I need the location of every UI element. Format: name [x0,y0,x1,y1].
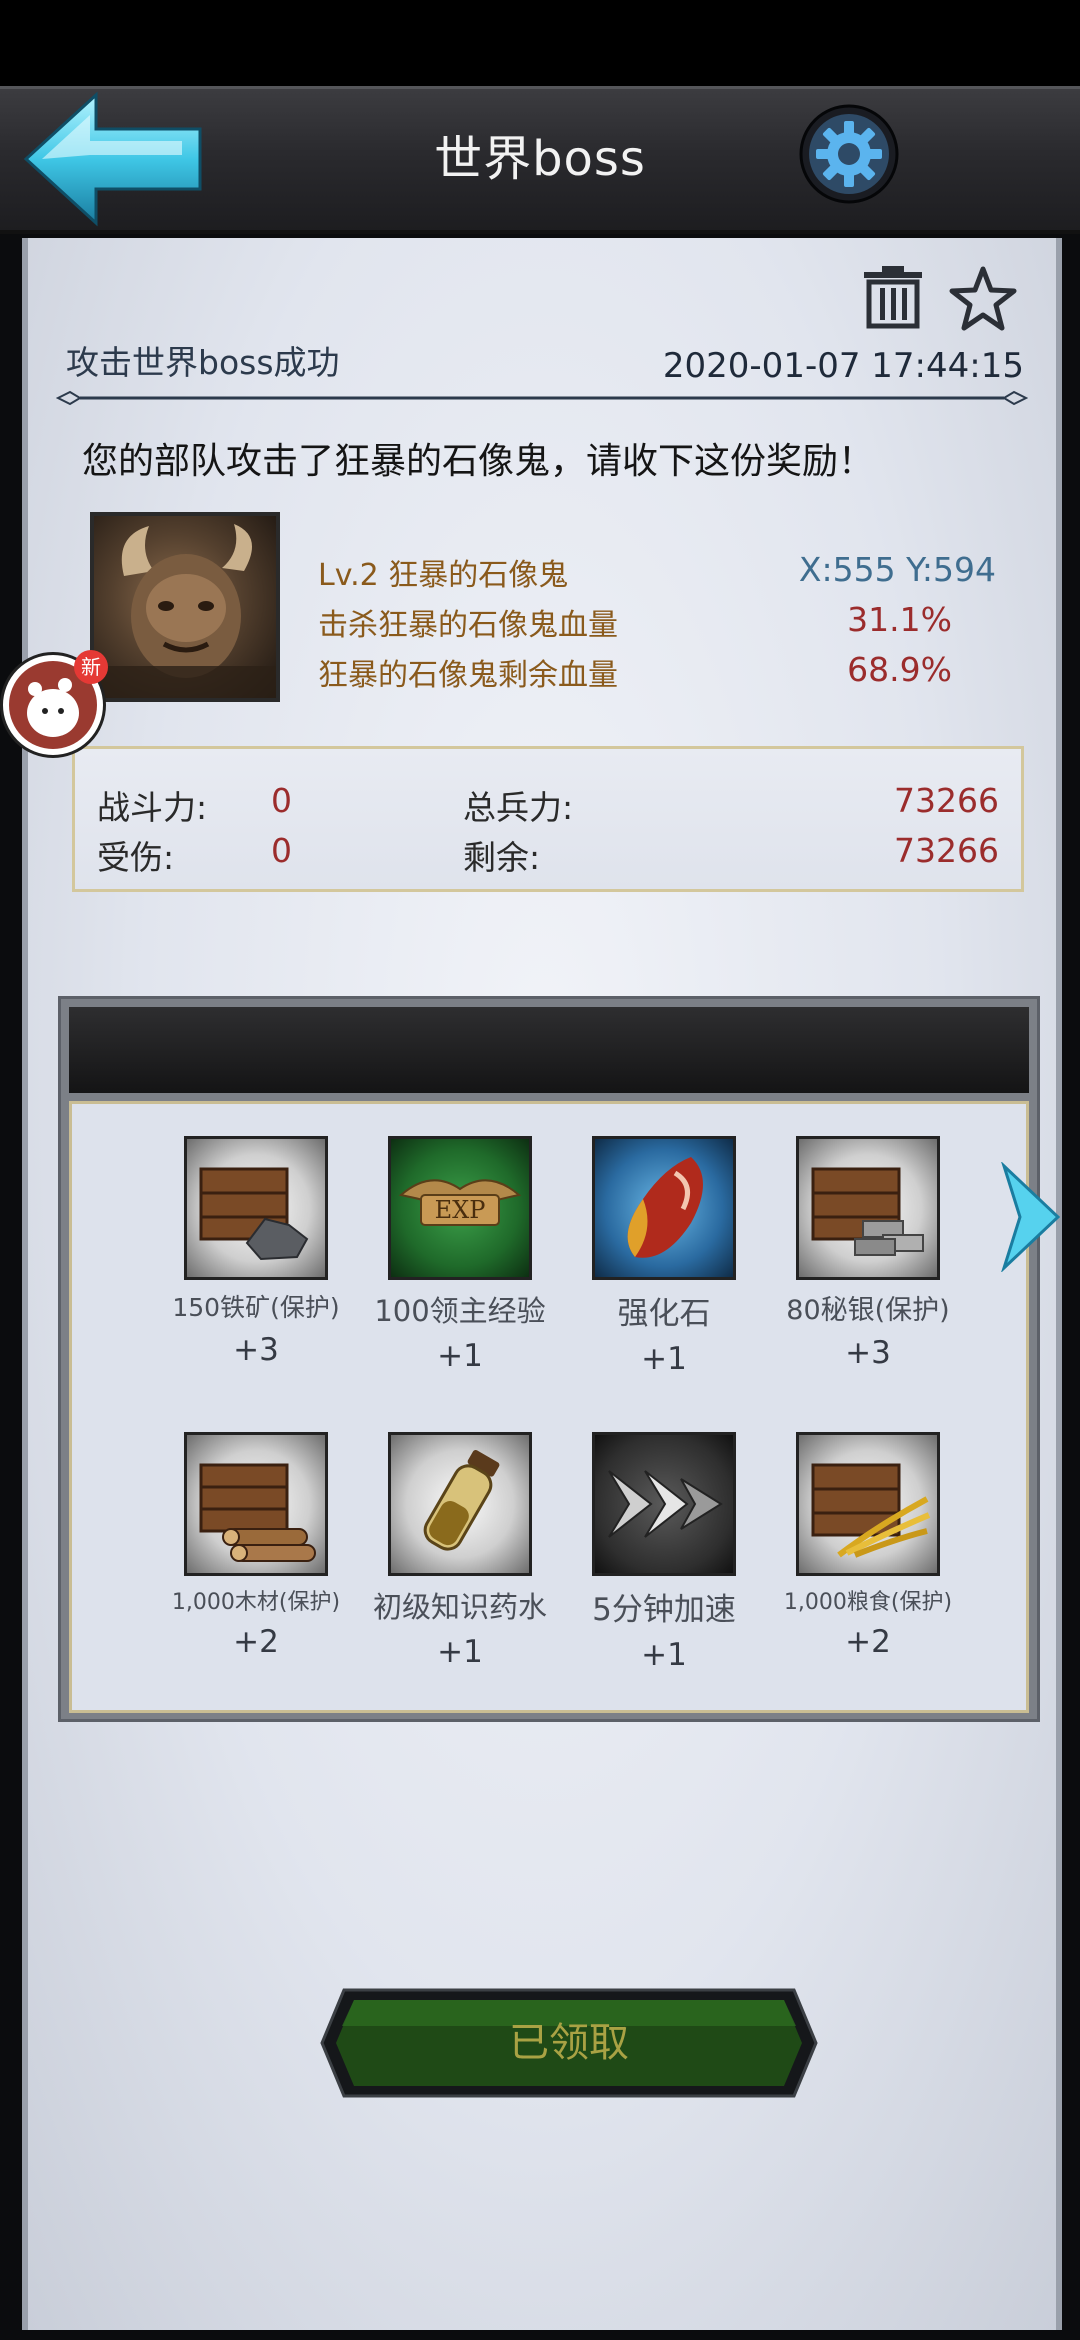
iron-ore-crate-icon [184,1136,328,1280]
damage-value: 0 [271,831,292,870]
rewards-grid: 150铁矿(保护) +3 EXP 100领主经验 +1 强化石 +1 80秘银(… [69,1101,1029,1713]
delete-button[interactable] [862,266,924,330]
star-icon [949,266,1017,331]
trash-icon [864,266,922,329]
new-badge: 新 [74,650,108,684]
battle-stats-box: 战斗力: 0 受伤: 0 总兵力: 73266 剩余: 73266 [72,746,1024,892]
knowledge-potion-icon [388,1432,532,1576]
page-title: 世界boss [434,131,646,187]
reward-item[interactable]: EXP 100领主经验 +1 [360,1136,560,1374]
mail-subject: 攻击世界boss成功 [66,343,340,382]
remaining-hp-label: 狂暴的石像鬼剩余血量 [318,658,618,693]
total-troops-label: 总兵力: [463,788,574,827]
reward-item[interactable]: 1,000木材(保护) +2 [156,1432,356,1660]
damage-label: 受伤: [97,838,175,877]
reward-item[interactable]: 初级知识药水 +1 [360,1432,560,1670]
reward-name: 1,000粮食(保护) [783,1590,953,1615]
reward-count: +1 [437,1338,483,1374]
reward-count: +1 [641,1341,687,1377]
reward-item[interactable]: 强化石 +1 [564,1136,764,1377]
remaining-troops-label: 剩余: [463,838,541,877]
speedup-icon [592,1432,736,1576]
reward-count: +2 [845,1624,891,1660]
reward-count: +1 [437,1634,483,1670]
reward-item[interactable]: 1,000粮食(保护) +2 [768,1432,968,1660]
reward-count: +3 [845,1335,891,1371]
reward-name: 100领主经验 [374,1294,546,1328]
header-divider [56,390,1028,406]
reward-name: 初级知识药水 [372,1590,547,1624]
wood-crate-icon [184,1432,328,1576]
boss-portrait [90,512,280,702]
kill-hp-label: 击杀狂暴的石像鬼血量 [318,608,618,643]
reward-name: 强化石 [617,1296,711,1332]
reward-count: +3 [233,1332,279,1368]
reward-item[interactable]: 80秘银(保护) +3 [768,1136,968,1371]
remaining-hp-value: 68.9% [847,650,952,689]
header: 世界boss [0,86,1080,234]
mithril-crate-icon [796,1136,940,1280]
power-value: 0 [271,781,292,820]
gargoyle-portrait-icon [94,524,276,698]
reward-name: 80秘银(保护) [786,1295,950,1326]
rewards-panel: 150铁矿(保护) +3 EXP 100领主经验 +1 强化石 +1 80秘银(… [58,996,1040,1722]
reward-item[interactable]: 150铁矿(保护) +3 [156,1136,356,1368]
claimed-button[interactable]: 已领取 [320,1986,818,2100]
rewards-title-bar [69,1007,1029,1093]
reward-count: +1 [641,1637,687,1673]
remaining-troops-value: 73266 [894,831,999,870]
kill-hp-value: 31.1% [847,600,952,639]
reward-item[interactable]: 5分钟加速 +1 [564,1432,764,1673]
reward-name: 150铁矿(保护) [172,1293,340,1322]
mail-message: 您的部队攻击了狂暴的石像鬼，请收下这份奖励！ [82,441,875,482]
reward-count: +2 [233,1624,279,1660]
reward-name: 5分钟加速 [592,1592,736,1628]
reward-name: 1,000木材(保护) [171,1590,341,1615]
exp-icon: EXP [388,1136,532,1280]
gear-icon [799,104,899,204]
status-bar [0,0,1080,86]
power-label: 战斗力: [97,788,208,827]
total-troops-value: 73266 [894,781,999,820]
grain-crate-icon [796,1432,940,1576]
boss-coordinates-link[interactable]: X:555 Y:594 [799,550,996,589]
favorite-button[interactable] [948,266,1018,332]
claim-button-label: 已领取 [509,2020,629,2066]
mail-panel: 攻击世界boss成功 2020-01-07 17:44:15 您的部队攻击了狂暴… [22,238,1062,2330]
settings-button[interactable] [798,103,900,205]
chevron-right-icon [1000,1160,1061,1274]
enhance-stone-icon [592,1136,736,1280]
next-page-arrow[interactable] [1000,1160,1061,1274]
boss-name: Lv.2 狂暴的石像鬼 [318,558,569,593]
svg-text:EXP: EXP [435,1196,486,1224]
mail-date: 2020-01-07 17:44:15 [662,346,1024,386]
